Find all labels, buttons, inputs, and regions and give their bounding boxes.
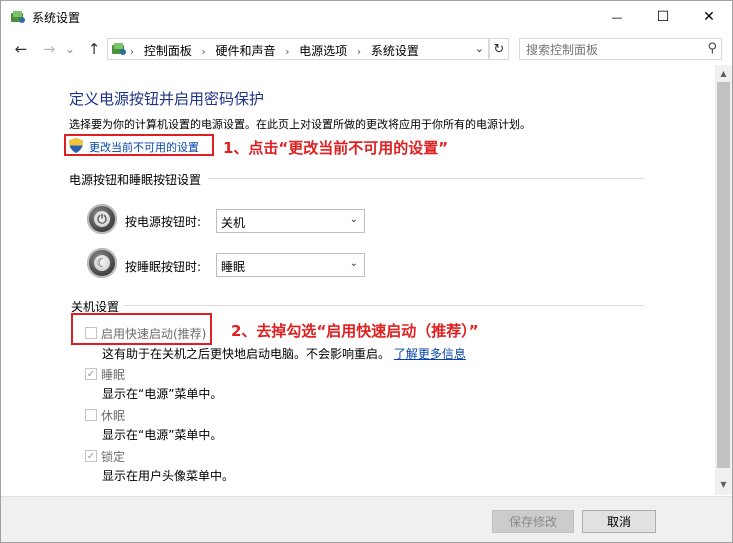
breadcrumb-system-settings[interactable]: 系统设置 <box>371 44 419 58</box>
sleep-description: 显示在“电源”菜单中。 <box>102 387 223 401</box>
scroll-up-arrow-icon[interactable]: ▲ <box>715 65 732 82</box>
maximize-button[interactable]: ☐ <box>640 1 686 33</box>
up-arrow-icon: ↑ <box>87 40 101 58</box>
breadcrumb-power-options[interactable]: 电源选项 <box>299 44 347 58</box>
fast-startup-desc-text: 这有助于在关机之后更快地启动电脑。不会影响重启。 <box>102 347 391 361</box>
navigation-bar: ← → ⌄ ↑ › 控制面板 › 硬件和声音 › 电源选项 › 系统设置 ⌄ ↻… <box>1 33 732 65</box>
sleep-checkbox[interactable]: ✓ <box>85 368 97 380</box>
scrollbar-thumb[interactable] <box>717 82 730 468</box>
page-title: 定义电源按钮并启用密码保护 <box>69 90 265 108</box>
power-icon: ⏻ <box>87 204 117 234</box>
forward-arrow-icon: → <box>42 40 56 58</box>
intro-text: 选择要为你的计算机设置的电源设置。在此页上对设置所做的更改将应用于你所有的电源计… <box>69 118 531 131</box>
refresh-button[interactable]: ↻ <box>489 38 509 60</box>
search-input[interactable] <box>524 41 698 59</box>
title-bar: 系统设置 — ☐ ✕ <box>1 1 732 33</box>
power-button-action-select[interactable]: 关机 ⌄ <box>216 209 365 233</box>
power-buttons-section-heading: 电源按钮和睡眠按钮设置 <box>69 173 202 187</box>
maximize-icon: ☐ <box>656 9 670 25</box>
breadcrumb-separator-icon: › <box>357 47 362 58</box>
checkmark-icon: ✓ <box>86 450 96 462</box>
fast-startup-checkbox[interactable] <box>85 327 97 339</box>
sleep-button-label: 按睡眠按钮时: <box>125 260 202 274</box>
hibernate-description: 显示在“电源”菜单中。 <box>102 428 223 442</box>
cancel-button[interactable]: 取消 <box>582 510 656 533</box>
breadcrumb-hardware-sound[interactable]: 硬件和声音 <box>216 44 276 58</box>
address-bar[interactable]: › 控制面板 › 硬件和声音 › 电源选项 › 系统设置 ⌄ <box>107 38 489 60</box>
save-changes-label: 保存修改 <box>508 515 557 529</box>
section-divider <box>209 178 644 179</box>
annotation-step-2: 2、去掉勾选“启用快速启动（推荐）” <box>231 322 479 340</box>
sleep-button-action-value: 睡眠 <box>221 260 246 274</box>
system-settings-window: 系统设置 — ☐ ✕ ← → ⌄ ↑ › 控制面板 › 硬件和声音 › 电源选项… <box>0 0 733 543</box>
up-button[interactable]: ↑ <box>84 38 104 60</box>
control-panel-icon <box>11 11 25 23</box>
cancel-label: 取消 <box>606 515 631 529</box>
section-divider <box>123 305 644 306</box>
minimize-icon: — <box>611 10 623 24</box>
power-symbol-icon: ⏻ <box>94 211 110 227</box>
back-button[interactable]: ← <box>11 38 31 60</box>
lock-description: 显示在用户头像菜单中。 <box>102 469 235 483</box>
chevron-down-icon: ⌄ <box>349 214 358 225</box>
power-button-label: 按电源按钮时: <box>125 215 202 229</box>
change-unavailable-settings-link[interactable]: 更改当前不可用的设置 <box>89 139 199 155</box>
breadcrumb-separator-icon: › <box>285 47 290 58</box>
search-icon[interactable]: ⚲ <box>707 41 717 56</box>
lock-label: 锁定 <box>101 450 126 464</box>
moon-icon: ☾ <box>94 255 110 271</box>
back-arrow-icon: ← <box>14 40 28 58</box>
breadcrumb-separator-icon: › <box>130 47 134 58</box>
window-title: 系统设置 <box>32 11 81 25</box>
sleep-button-action-select[interactable]: 睡眠 ⌄ <box>216 253 365 277</box>
footer-bar: 保存修改 取消 <box>1 496 732 542</box>
power-button-action-value: 关机 <box>221 216 246 230</box>
forward-button[interactable]: → <box>39 38 59 60</box>
lock-checkbox[interactable]: ✓ <box>85 450 97 462</box>
fast-startup-label: 启用快速启动(推荐) <box>101 327 207 341</box>
address-dropdown-icon[interactable]: ⌄ <box>475 42 484 55</box>
uac-shield-icon <box>69 138 83 153</box>
close-icon: ✕ <box>703 9 715 25</box>
checkmark-icon: ✓ <box>86 368 96 380</box>
control-panel-icon <box>112 43 126 55</box>
breadcrumb-separator-icon: › <box>201 47 206 58</box>
hibernate-label: 休眠 <box>101 409 126 423</box>
chevron-down-icon: ⌄ <box>349 258 358 269</box>
chevron-down-icon: ⌄ <box>64 42 76 56</box>
annotation-step-1: 1、点击“更改当前不可用的设置” <box>223 139 449 157</box>
scroll-down-arrow-icon[interactable]: ▼ <box>715 476 732 493</box>
breadcrumb-control-panel[interactable]: 控制面板 <box>144 44 192 58</box>
hibernate-checkbox[interactable] <box>85 409 97 421</box>
breadcrumb: › 控制面板 › 硬件和声音 › 电源选项 › 系统设置 <box>130 42 419 59</box>
sleep-label: 睡眠 <box>101 368 126 382</box>
fast-startup-description: 这有助于在关机之后更快地启动电脑。不会影响重启。 了解更多信息 <box>102 345 466 362</box>
search-box[interactable]: ⚲ <box>519 38 722 60</box>
recent-locations-button[interactable]: ⌄ <box>63 38 77 60</box>
close-button[interactable]: ✕ <box>686 1 732 33</box>
sleep-icon: ☾ <box>87 248 117 278</box>
refresh-icon: ↻ <box>493 41 505 57</box>
learn-more-link[interactable]: 了解更多信息 <box>394 347 466 361</box>
minimize-button[interactable]: — <box>594 1 640 33</box>
save-changes-button[interactable]: 保存修改 <box>492 510 574 533</box>
